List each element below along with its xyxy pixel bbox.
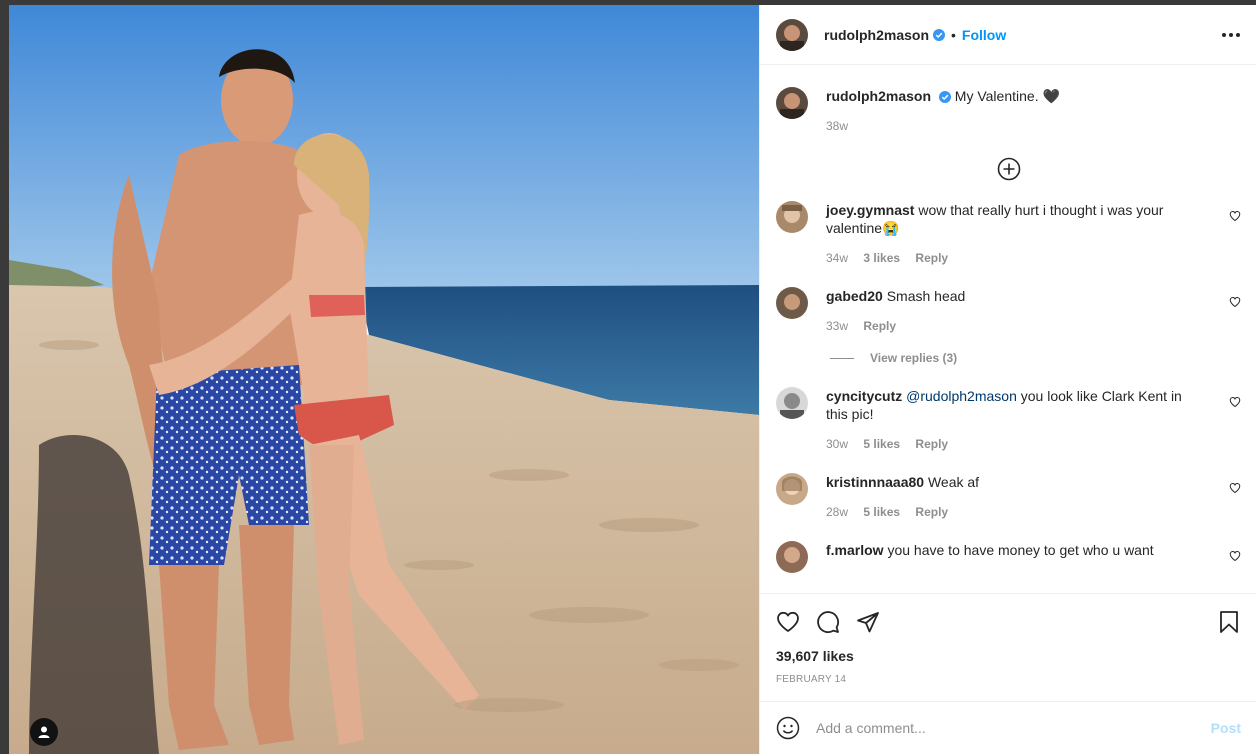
avatar[interactable] xyxy=(776,201,808,233)
comment-username[interactable]: joey.gymnast xyxy=(826,202,914,218)
more-options-icon[interactable] xyxy=(1222,32,1240,37)
avatar[interactable] xyxy=(776,18,808,51)
likes-count[interactable]: 39,607 likes xyxy=(776,648,1241,664)
reply-button[interactable]: Reply xyxy=(915,251,948,265)
comment-username[interactable]: kristinnnaaa80 xyxy=(826,474,924,490)
comment-text: Weak af xyxy=(927,474,980,490)
comment-mention[interactable]: @rudolph2mason xyxy=(906,388,1017,404)
share-icon xyxy=(857,612,879,633)
comments-list[interactable]: rudolph2mason My Valentine. 🖤 38w joey.g… xyxy=(760,65,1256,593)
reply-button[interactable]: Reply xyxy=(863,319,896,333)
comment-time[interactable]: 33w xyxy=(826,319,848,333)
post-photo[interactable] xyxy=(9,5,759,754)
comment-button[interactable] xyxy=(816,610,840,634)
save-button[interactable] xyxy=(1217,610,1241,634)
comment-item: f.marlow you have to have money to get w… xyxy=(776,541,1241,573)
comment-icon xyxy=(817,611,839,633)
comment-likes[interactable]: 5 likes xyxy=(863,437,900,451)
comment-time[interactable]: 30w xyxy=(826,437,848,451)
comment-username[interactable]: gabed20 xyxy=(826,288,883,304)
avatar[interactable] xyxy=(776,541,808,573)
comment-item: kristinnnaaa80 Weak af 28w 5 likes Reply xyxy=(776,473,1241,521)
caption-text: My Valentine. 🖤 xyxy=(954,88,1060,104)
comment-time[interactable]: 28w xyxy=(826,505,848,519)
heart-icon xyxy=(777,611,799,632)
heart-icon[interactable] xyxy=(1229,550,1241,562)
post-header: rudolph2mason • Follow xyxy=(760,5,1256,65)
emoji-button[interactable] xyxy=(776,716,800,740)
post-username[interactable]: rudolph2mason xyxy=(824,27,929,43)
share-button[interactable] xyxy=(856,610,880,634)
post-actions: 39,607 likes FEBRUARY 14 xyxy=(760,593,1256,685)
comment-composer: Add a comment... Post xyxy=(760,701,1256,754)
heart-icon[interactable] xyxy=(1229,296,1241,308)
comment-username[interactable]: f.marlow xyxy=(826,542,884,558)
caption: rudolph2mason My Valentine. 🖤 38w xyxy=(776,65,1241,135)
reply-button[interactable]: Reply xyxy=(915,505,948,519)
emoji-icon xyxy=(776,716,800,740)
comment-text: Smash head xyxy=(886,288,966,304)
view-replies-label: View replies (3) xyxy=(870,351,958,365)
user-tag-button[interactable] xyxy=(30,718,58,746)
post-date[interactable]: FEBRUARY 14 xyxy=(776,674,1241,685)
like-button[interactable] xyxy=(776,610,800,634)
heart-icon[interactable] xyxy=(1229,482,1241,494)
post-button[interactable]: Post xyxy=(1211,720,1241,736)
load-more-button[interactable] xyxy=(776,157,1241,181)
beach-photo xyxy=(9,5,759,754)
avatar[interactable] xyxy=(776,473,808,505)
comment-time[interactable]: 34w xyxy=(826,251,848,265)
user-tag-icon xyxy=(38,726,50,738)
reply-button[interactable]: Reply xyxy=(915,437,948,451)
load-more-icon xyxy=(997,157,1020,181)
divider xyxy=(830,357,854,359)
comment-input[interactable]: Add a comment... xyxy=(816,720,1211,736)
avatar[interactable] xyxy=(776,287,808,319)
separator-dot: • xyxy=(951,26,956,43)
comment-item: gabed20 Smash head 33w Reply xyxy=(776,287,1241,335)
avatar[interactable] xyxy=(776,387,808,419)
follow-button[interactable]: Follow xyxy=(962,27,1006,43)
heart-icon[interactable] xyxy=(1229,210,1241,222)
comment-text: you have to have money to get who u want xyxy=(887,542,1154,558)
view-replies-button[interactable]: View replies (3) xyxy=(830,351,1241,365)
comment-likes[interactable]: 3 likes xyxy=(863,251,900,265)
comment-item: joey.gymnast wow that really hurt i thou… xyxy=(776,201,1241,267)
avatar[interactable] xyxy=(776,87,808,119)
heart-icon[interactable] xyxy=(1229,396,1241,408)
bookmark-icon xyxy=(1220,611,1238,633)
caption-time[interactable]: 38w xyxy=(826,119,848,133)
modal-backdrop-left[interactable] xyxy=(0,0,9,754)
comment-username[interactable]: cyncitycutz xyxy=(826,388,902,404)
caption-username[interactable]: rudolph2mason xyxy=(826,88,931,104)
comment-item: cyncitycutz @rudolph2mason you look like… xyxy=(776,387,1241,453)
verified-badge-icon xyxy=(933,28,946,41)
comment-likes[interactable]: 5 likes xyxy=(863,505,900,519)
verified-badge-icon xyxy=(938,91,951,103)
post-details-pane: rudolph2mason • Follow rudolph2mason My … xyxy=(759,5,1256,754)
